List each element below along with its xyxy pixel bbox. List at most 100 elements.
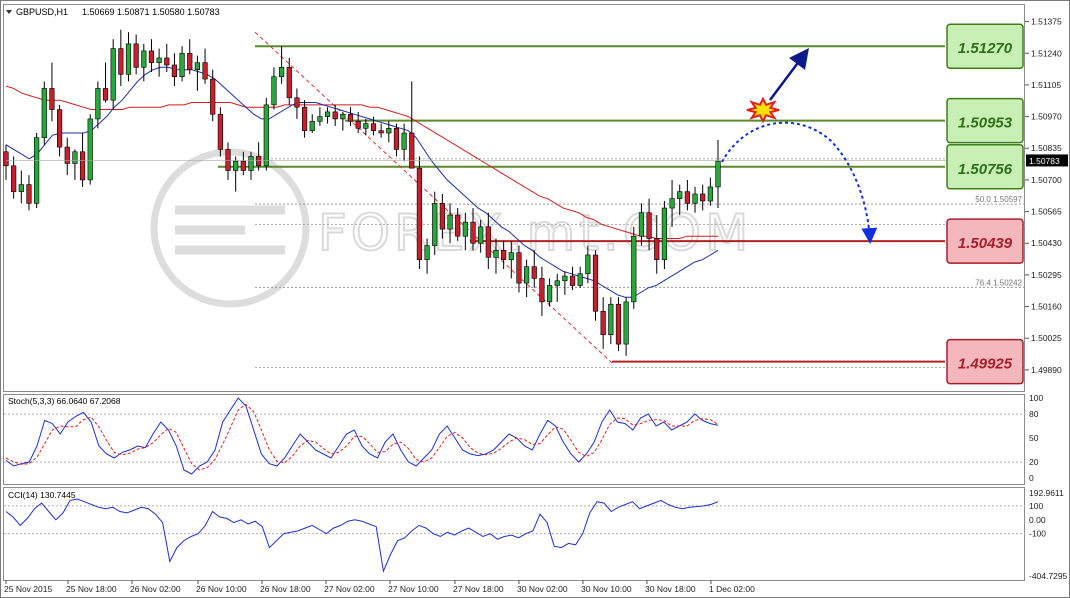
candle-body	[585, 254, 591, 275]
stoch-title: Stoch(5,3,3) 66.0640 67.2068	[8, 396, 121, 406]
price-tick-label: 1.49890	[1031, 365, 1062, 375]
candle-body	[256, 156, 262, 167]
candle-body	[700, 193, 706, 202]
candle-body	[301, 106, 308, 131]
candle-body	[179, 52, 185, 78]
level-label-box: 1.50756	[946, 144, 1024, 190]
price-tick-label: 1.50565	[1031, 207, 1062, 217]
candle	[87, 114, 93, 185]
fib-label: 76.4 1.50242	[975, 278, 1022, 287]
candle-body	[332, 111, 338, 120]
fib-label: 50.0 1.50597	[975, 195, 1022, 204]
candle-body	[202, 62, 208, 80]
candle-body	[64, 146, 70, 164]
time-tick-label: 1 Dec 02:00	[709, 584, 755, 594]
candle-body	[240, 160, 246, 171]
candle	[110, 39, 116, 110]
cci-tick-label: 192.9611	[1029, 488, 1064, 498]
candle-body	[286, 67, 292, 99]
candle-body	[95, 88, 101, 120]
candle-body	[646, 212, 652, 239]
candle-body	[692, 193, 698, 204]
candle-body	[677, 191, 683, 199]
candle-body	[638, 212, 645, 237]
time-tick-label: 25 Nov 2015	[4, 584, 52, 594]
candle-body	[210, 78, 216, 115]
candle-body	[340, 113, 346, 120]
price-tick-label: 1.50700	[1031, 175, 1062, 185]
candle-body	[363, 123, 369, 129]
candle-body	[355, 120, 361, 129]
candle-body	[56, 109, 63, 148]
stoch-tick-label: 80	[1029, 409, 1039, 419]
level-label-box: 1.50953	[946, 97, 1024, 144]
time-tick-label: 26 Nov 02:00	[130, 584, 181, 594]
candle-body	[26, 184, 32, 204]
candle-body	[309, 120, 315, 131]
price-tick-label: 1.51240	[1031, 48, 1062, 58]
level-label-text: 1.49925	[958, 356, 1013, 373]
candle-body	[248, 156, 254, 171]
candle-body	[493, 249, 499, 258]
candle-body	[508, 252, 514, 260]
symbol-label: GBPUSD,H1	[16, 7, 68, 17]
candle-body	[615, 303, 622, 345]
candle-body	[432, 203, 438, 246]
window-frame	[0, 0, 1070, 598]
level-label-box: 1.49925	[946, 338, 1024, 385]
candle-body	[424, 245, 430, 260]
candle-body	[317, 116, 323, 122]
level-label-text: 1.50439	[958, 235, 1013, 252]
candle	[41, 81, 47, 145]
price-tick-label: 1.50970	[1031, 112, 1062, 122]
candle-body	[347, 113, 354, 122]
candle-body	[409, 132, 415, 169]
candle	[631, 226, 637, 309]
candle-body	[661, 207, 668, 260]
candle-body	[41, 88, 47, 138]
candle-body	[546, 285, 553, 303]
level-label-text: 1.50756	[958, 161, 1013, 178]
candle-body	[378, 130, 384, 134]
candle-body	[501, 249, 507, 260]
stoch-tick-label: 20	[1029, 457, 1039, 467]
candle-body	[715, 160, 721, 188]
candle	[416, 156, 423, 270]
current-price-label: 1.50783	[1029, 156, 1060, 166]
candle-body	[654, 238, 660, 260]
cci-tick-label: 0.00	[1029, 515, 1046, 525]
candle-body	[72, 151, 78, 164]
candle-body	[141, 50, 147, 68]
candle-body	[439, 203, 445, 230]
breakout-burst-icon	[746, 96, 780, 124]
candle-body	[3, 151, 9, 167]
time-tick-label: 30 Nov 10:00	[581, 584, 632, 594]
candle-body	[684, 191, 690, 204]
cci-tick-label: 100	[1029, 501, 1043, 511]
candle-body	[478, 226, 484, 244]
candle-body	[148, 50, 155, 63]
candle-body	[485, 226, 491, 258]
candle-body	[447, 214, 453, 230]
candle-body	[87, 118, 93, 181]
candle	[661, 201, 668, 270]
candle-body	[631, 235, 637, 303]
candle-body	[577, 273, 583, 286]
candle-body	[600, 310, 606, 336]
candle-body	[707, 186, 713, 202]
candle-body	[592, 254, 599, 312]
candle	[217, 107, 223, 157]
candle-body	[279, 67, 285, 78]
candle-body	[470, 221, 476, 244]
candle-body	[455, 214, 461, 237]
time-tick-label: 30 Nov 18:00	[645, 584, 696, 594]
price-tick-label: 1.50295	[1031, 270, 1062, 280]
candle-body	[271, 76, 277, 106]
candle-body	[324, 111, 331, 117]
stoch-tick-label: 100	[1029, 393, 1043, 403]
chart-canvas: 1.51375 1.51240 1.51105 1.50970 1.50835 1.507…	[0, 0, 1070, 598]
level-label-box: 1.50439	[946, 218, 1024, 264]
time-tick-label: 26 Nov 10:00	[196, 584, 247, 594]
candle-body	[608, 303, 614, 336]
candle-body	[531, 266, 537, 279]
